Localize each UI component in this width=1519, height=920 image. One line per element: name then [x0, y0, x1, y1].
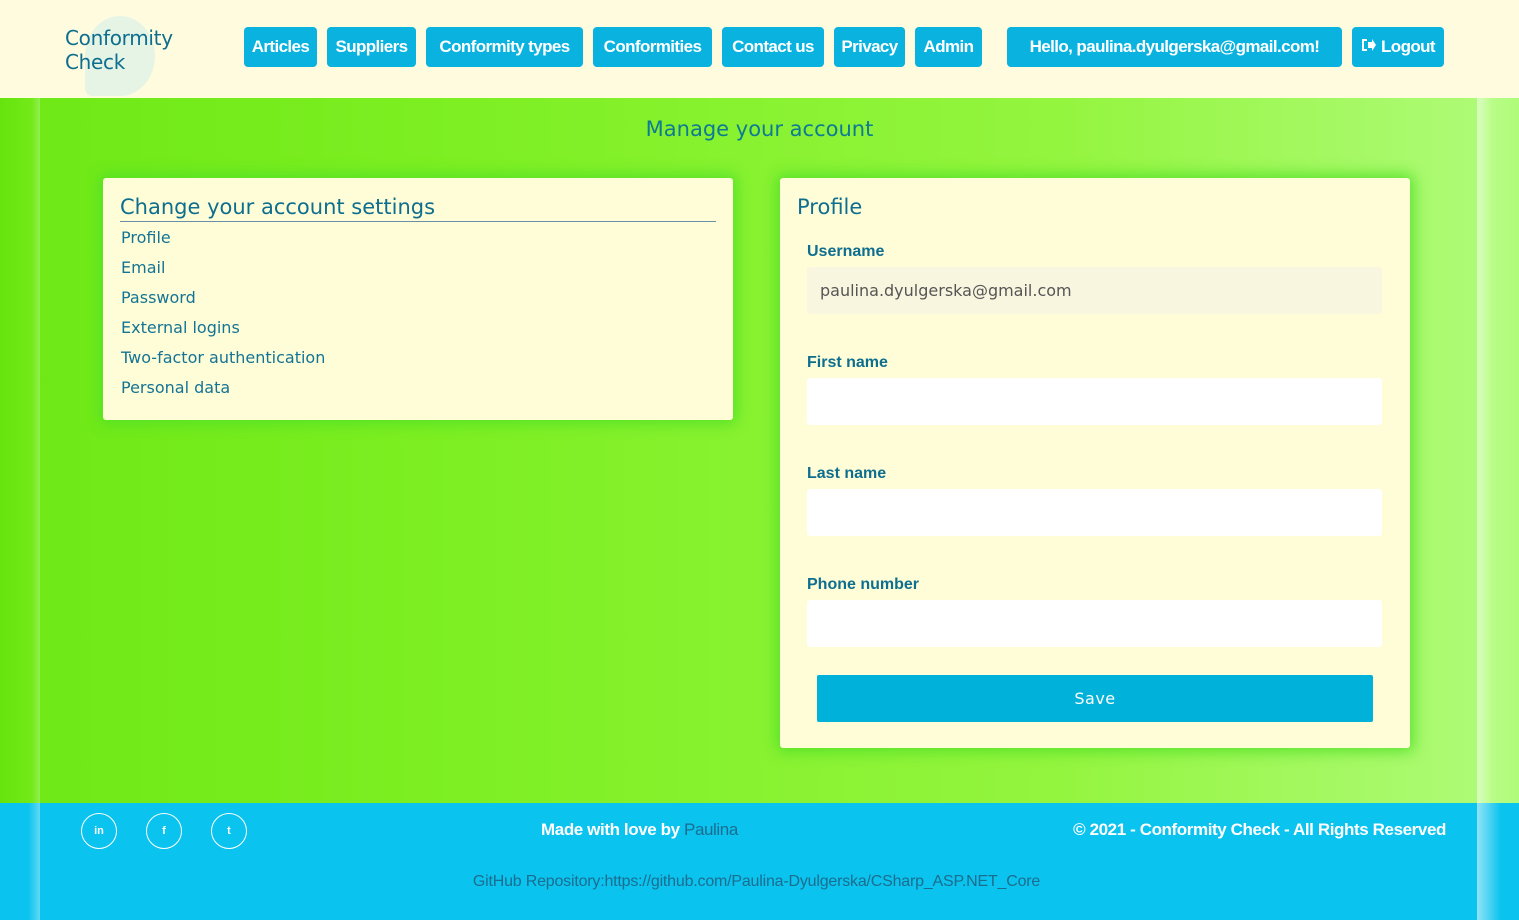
github-repository-link[interactable]: GitHub Repository:https://github.com/Pau… [0, 873, 1513, 891]
brand-line-2: Check [65, 50, 126, 74]
first-name-label: First name [807, 354, 888, 371]
settings-heading: Change your account settings [120, 194, 716, 222]
sign-out-icon [1361, 38, 1376, 56]
footer-left-edge [0, 803, 40, 920]
site-footer: in f t Made with love by Paulina © 2021 … [0, 803, 1519, 920]
made-with-label: Made with love by [541, 820, 680, 839]
settings-link-email[interactable]: Email [121, 258, 165, 278]
facebook-icon[interactable]: f [146, 813, 182, 849]
username-label: Username [807, 243, 885, 260]
phone-number-label: Phone number [807, 576, 920, 593]
page-title: Manage your account [645, 117, 874, 141]
brand-line-1: Conformity [65, 26, 173, 50]
right-page-edge [1477, 98, 1517, 920]
copyright-text: © 2021 - Conformity Check - All Rights R… [1073, 820, 1446, 839]
profile-heading: Profile [797, 195, 863, 219]
nav-admin[interactable]: Admin [915, 27, 982, 67]
nav-privacy[interactable]: Privacy [834, 27, 905, 67]
profile-card: Profile Username First name Last name Ph… [780, 178, 1410, 748]
last-name-input[interactable] [807, 489, 1382, 536]
settings-link-external-logins[interactable]: External logins [121, 318, 240, 338]
site-header: Conformity Check Articles Suppliers Conf… [0, 0, 1519, 98]
settings-link-two-factor[interactable]: Two-factor authentication [121, 348, 325, 368]
author-link[interactable]: Paulina [684, 820, 738, 839]
phone-number-input[interactable] [807, 600, 1382, 647]
save-button[interactable]: Save [817, 675, 1373, 722]
made-with-text: Made with love by Paulina [541, 820, 738, 840]
last-name-label: Last name [807, 465, 887, 482]
first-name-input[interactable] [807, 378, 1382, 425]
twitter-icon[interactable]: t [211, 813, 247, 849]
settings-link-personal-data[interactable]: Personal data [121, 378, 230, 398]
nav-conformity-types[interactable]: Conformity types [426, 27, 583, 67]
logout-label: Logout [1381, 37, 1436, 56]
settings-link-password[interactable]: Password [121, 288, 196, 308]
account-settings-card: Change your account settings Profile Ema… [103, 178, 733, 420]
nav-contact-us[interactable]: Contact us [722, 27, 824, 67]
logout-button[interactable]: Logout [1352, 27, 1444, 67]
settings-link-profile[interactable]: Profile [121, 228, 171, 248]
brand-logo[interactable]: Conformity Check [65, 16, 205, 96]
linkedin-icon[interactable]: in [81, 813, 117, 849]
user-greeting-link[interactable]: Hello, paulina.dyulgerska@gmail.com! [1007, 27, 1342, 67]
nav-articles[interactable]: Articles [244, 27, 317, 67]
nav-suppliers[interactable]: Suppliers [327, 27, 416, 67]
nav-conformities[interactable]: Conformities [593, 27, 712, 67]
username-input[interactable] [807, 267, 1382, 314]
left-page-edge [0, 98, 40, 920]
footer-right-edge [1477, 803, 1517, 920]
